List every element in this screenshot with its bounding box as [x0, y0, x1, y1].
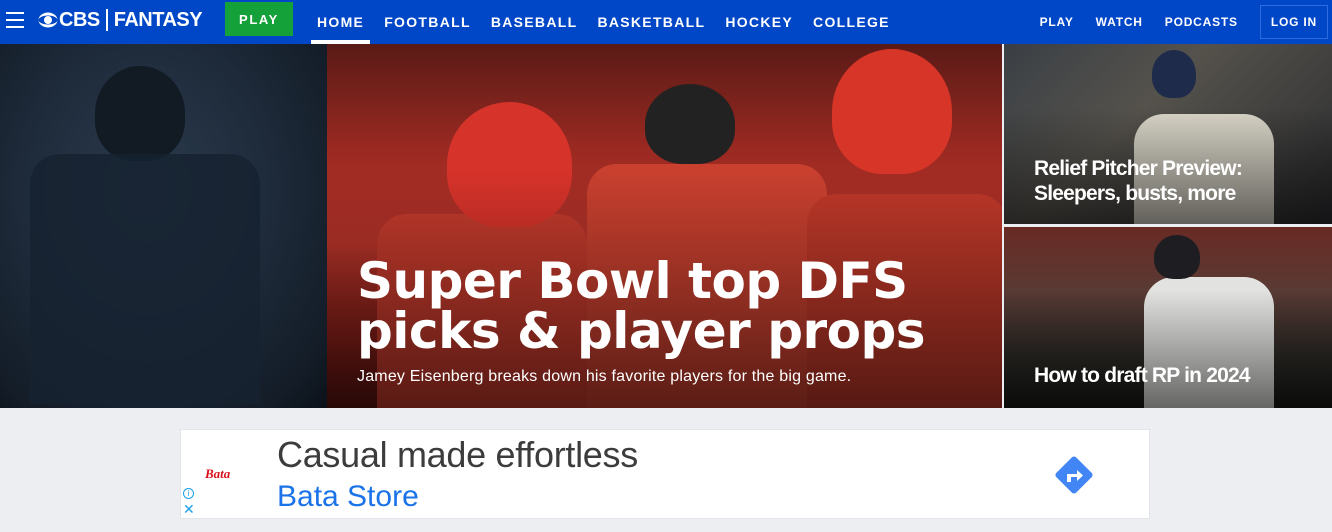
- nav-play[interactable]: PLAY: [1040, 15, 1074, 29]
- ad-close-icon[interactable]: ✕: [183, 502, 195, 516]
- ad-headline[interactable]: Casual made effortless: [277, 434, 638, 476]
- logo-cbs: CBS: [59, 8, 100, 31]
- ad-info-icon[interactable]: i: [183, 488, 194, 499]
- menu-icon[interactable]: [6, 12, 24, 28]
- side-story-title-line1: Relief Pitcher Preview:: [1034, 157, 1243, 180]
- utility-nav: PLAY WATCH PODCASTS LOG IN: [1040, 0, 1332, 44]
- nav-football[interactable]: FOOTBALL: [378, 0, 477, 44]
- play-button[interactable]: PLAY: [225, 2, 293, 36]
- logo-fantasy: FANTASY: [113, 8, 203, 31]
- login-button[interactable]: LOG IN: [1259, 5, 1328, 39]
- side-story-title: How to draft RP in 2024: [1034, 364, 1251, 387]
- main-nav: HOME FOOTBALL BASEBALL BASKETBALL HOCKEY…: [311, 0, 904, 44]
- hero-headline-line1: Super Bowl top DFS: [357, 252, 908, 310]
- side-story-title: Relief Pitcher Preview: Sleepers, busts,…: [1034, 156, 1243, 206]
- nav-baseball[interactable]: BASEBALL: [485, 0, 584, 44]
- ad-store-name[interactable]: Bata Store: [277, 480, 419, 514]
- cap-image: [1152, 50, 1196, 98]
- hero-background-image: [0, 44, 327, 408]
- player-body-shape: [30, 154, 260, 404]
- helmet-image: [832, 49, 952, 174]
- nav-hockey[interactable]: HOCKEY: [719, 0, 799, 44]
- hero-headline[interactable]: Super Bowl top DFS picks & player props: [357, 256, 977, 356]
- site-header: CBS FANTASY PLAY HOME FOOTBALL BASEBALL …: [0, 0, 1332, 44]
- hero-story[interactable]: Super Bowl top DFS picks & player props …: [327, 44, 1002, 408]
- nav-home[interactable]: HOME: [311, 0, 371, 44]
- cbs-fantasy-logo[interactable]: CBS FANTASY: [38, 8, 203, 32]
- side-story-relief-pitcher-preview[interactable]: Relief Pitcher Preview: Sleepers, busts,…: [1004, 44, 1332, 224]
- cbs-eye-icon: [38, 12, 58, 28]
- story-overlay: [1004, 290, 1332, 408]
- hero-headline-line2: picks & player props: [357, 302, 926, 360]
- side-story-title-line2: Sleepers, busts, more: [1034, 182, 1236, 205]
- hero-subtitle: Jamey Eisenberg breaks down his favorite…: [357, 368, 852, 385]
- beanie-image: [645, 84, 735, 164]
- nav-podcasts[interactable]: PODCASTS: [1165, 15, 1238, 29]
- football-player-silhouette: [95, 66, 185, 161]
- nav-basketball[interactable]: BASKETBALL: [591, 0, 711, 44]
- ad-brand-logo: Bata: [205, 466, 231, 481]
- cap-image: [1154, 235, 1200, 279]
- directions-icon[interactable]: [1051, 452, 1097, 498]
- logo-divider: [105, 9, 108, 31]
- advertisement-banner[interactable]: Bata Casual made effortless Bata Store i…: [180, 429, 1150, 519]
- nav-college[interactable]: COLLEGE: [807, 0, 896, 44]
- side-story-draft-rp[interactable]: How to draft RP in 2024: [1004, 227, 1332, 408]
- nav-watch[interactable]: WATCH: [1096, 15, 1143, 29]
